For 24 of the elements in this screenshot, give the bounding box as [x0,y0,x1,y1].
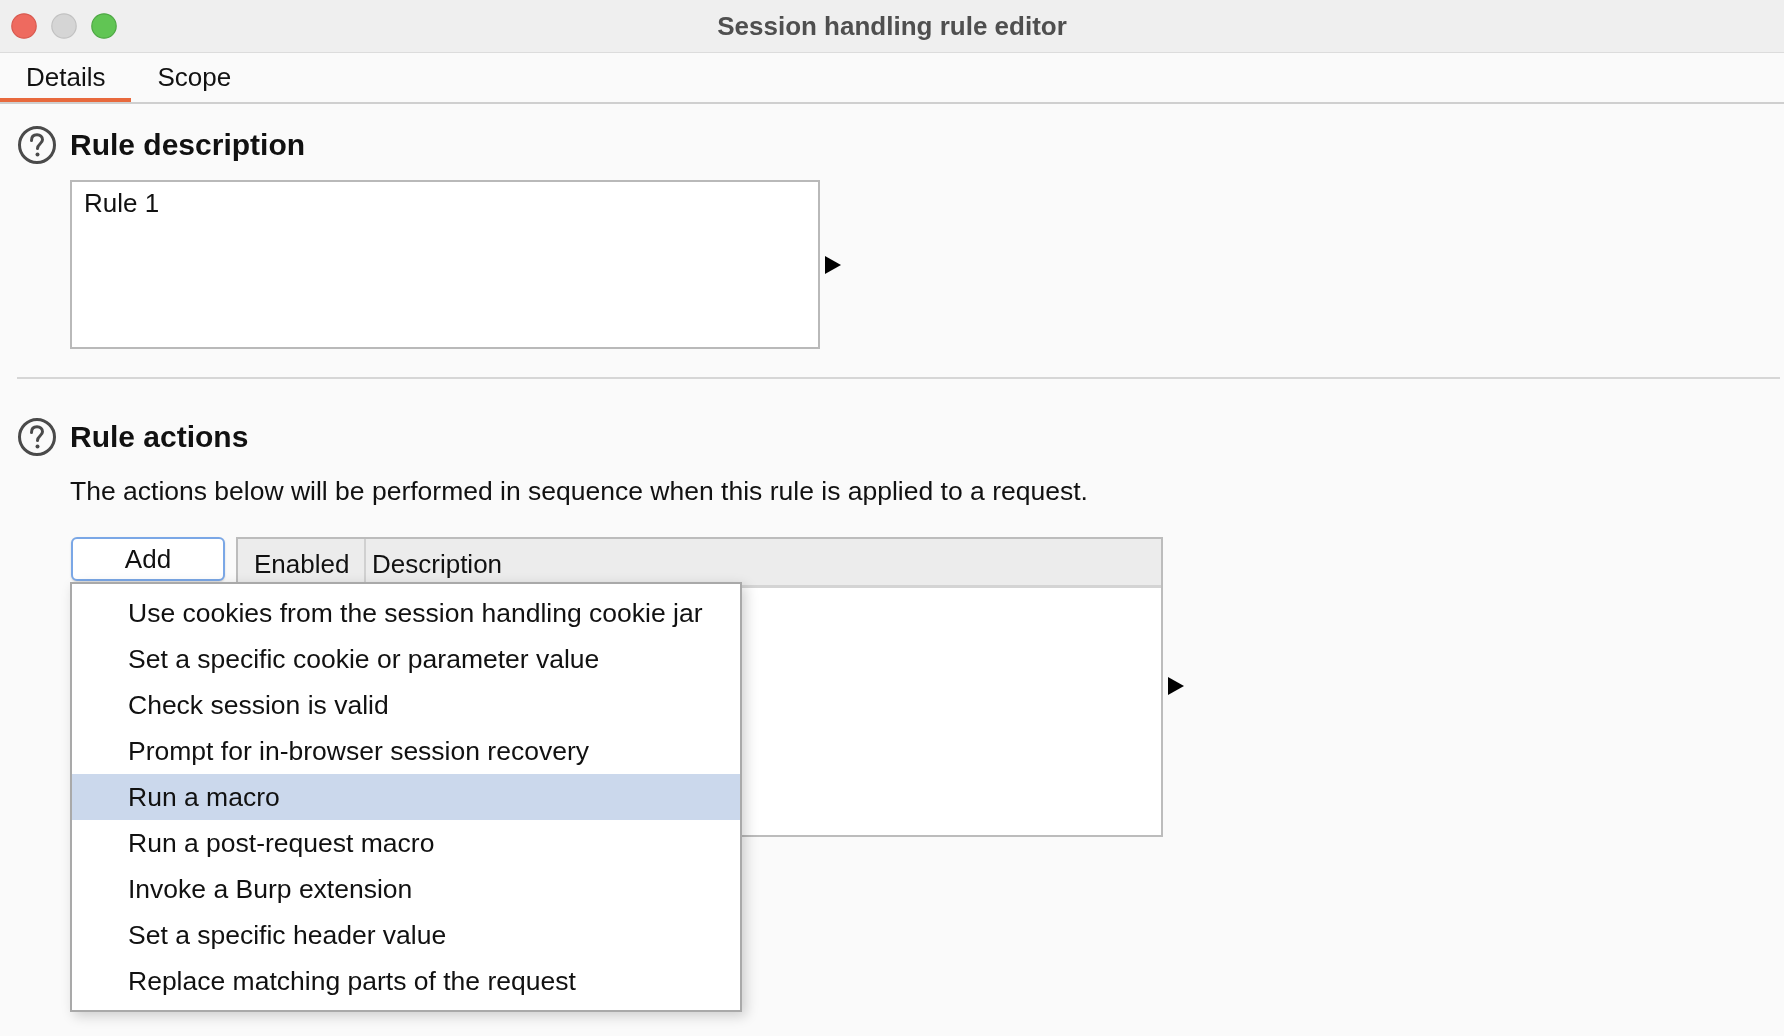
close-icon[interactable] [11,13,37,39]
help-icon[interactable] [17,417,57,457]
description-field[interactable]: Rule 1 [70,180,820,349]
menu-item[interactable]: Replace matching parts of the request [72,958,740,1004]
window-title: Session handling rule editor [717,10,1067,42]
arrow-right-icon[interactable] [1168,677,1184,695]
section-heading: Rule description [70,128,306,162]
section-heading: Rule actions [70,420,249,454]
tab[interactable]: Details [0,53,132,102]
menu-item[interactable]: Check session is valid [72,682,740,728]
add-button[interactable]: Add [71,537,225,581]
menu-item[interactable]: Set a specific header value [72,912,740,958]
menu-item[interactable]: Prompt for in-browser session recovery [72,728,740,774]
arrow-right-icon[interactable] [825,255,841,274]
menu-item[interactable]: Run a macro [72,774,740,820]
zoom-icon[interactable] [91,13,117,39]
menu-item[interactable]: Invoke a Burp extension [72,866,740,912]
menu-item[interactable]: Use cookies from the session handling cookie jar [72,590,740,636]
tab[interactable]: Scope [131,53,258,102]
menu-item[interactable]: Set a specific cookie or parameter value [72,636,740,682]
column-header[interactable]: Description [366,539,503,585]
section-description: The actions below will be performed in sequence when this rule is applied to a request. [70,476,1089,507]
menu-item[interactable]: Run a post-request macro [72,820,740,866]
help-icon[interactable] [17,125,57,165]
